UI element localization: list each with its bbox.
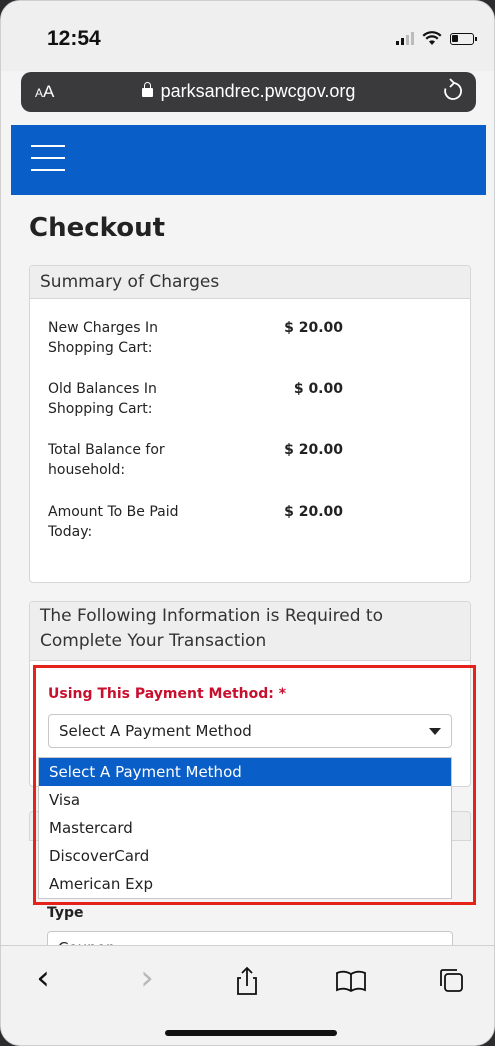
- status-icons: [396, 31, 477, 46]
- url-display[interactable]: parksandrec.pwcgov.org: [21, 81, 476, 102]
- summary-panel: Summary of Charges New Charges In Shoppin…: [29, 265, 471, 583]
- payment-option[interactable]: American Exp: [39, 870, 451, 898]
- signal-icon: [396, 32, 414, 45]
- battery-icon: [450, 32, 477, 45]
- status-bar: 12:54: [1, 1, 494, 71]
- wifi-icon: [422, 31, 442, 45]
- site-navbar: [11, 125, 486, 195]
- payment-method-select[interactable]: Select A Payment Method: [48, 714, 452, 748]
- summary-value: $ 20.00: [284, 442, 343, 458]
- page-title: Checkout: [29, 213, 166, 243]
- phone-screen: 12:54 AA parksandrec.pwcgov.org Checkout…: [0, 0, 495, 1046]
- summary-value: $ 20.00: [284, 504, 343, 520]
- back-icon[interactable]: ‹: [23, 960, 63, 1000]
- payment-method-dropdown[interactable]: Select A Payment Method Visa Mastercard …: [38, 757, 452, 899]
- payment-option[interactable]: Visa: [39, 786, 451, 814]
- payment-method-label: Using This Payment Method: *: [48, 686, 287, 702]
- payment-option[interactable]: DiscoverCard: [39, 842, 451, 870]
- summary-value: $ 20.00: [284, 320, 343, 336]
- payment-option[interactable]: Mastercard: [39, 814, 451, 842]
- home-indicator[interactable]: [165, 1030, 337, 1036]
- chevron-down-icon: [429, 728, 441, 735]
- forward-icon[interactable]: ›: [127, 960, 167, 1000]
- tabs-icon[interactable]: [431, 960, 471, 1000]
- type-label: Type: [47, 905, 84, 921]
- payment-option[interactable]: Select A Payment Method: [39, 758, 451, 786]
- address-bar[interactable]: AA parksandrec.pwcgov.org: [21, 72, 476, 112]
- browser-toolbar: ‹ ›: [1, 945, 494, 1045]
- url-text: parksandrec.pwcgov.org: [160, 81, 356, 101]
- hamburger-icon[interactable]: [31, 145, 65, 173]
- share-icon[interactable]: [227, 960, 267, 1000]
- summary-value: $ 0.00: [293, 381, 343, 397]
- lock-icon: [141, 82, 153, 97]
- required-heading: The Following Information is Required to…: [30, 602, 470, 661]
- summary-heading: Summary of Charges: [30, 266, 470, 299]
- status-time: 12:54: [47, 27, 101, 50]
- reload-icon[interactable]: [442, 78, 464, 110]
- bookmarks-icon[interactable]: [331, 960, 371, 1000]
